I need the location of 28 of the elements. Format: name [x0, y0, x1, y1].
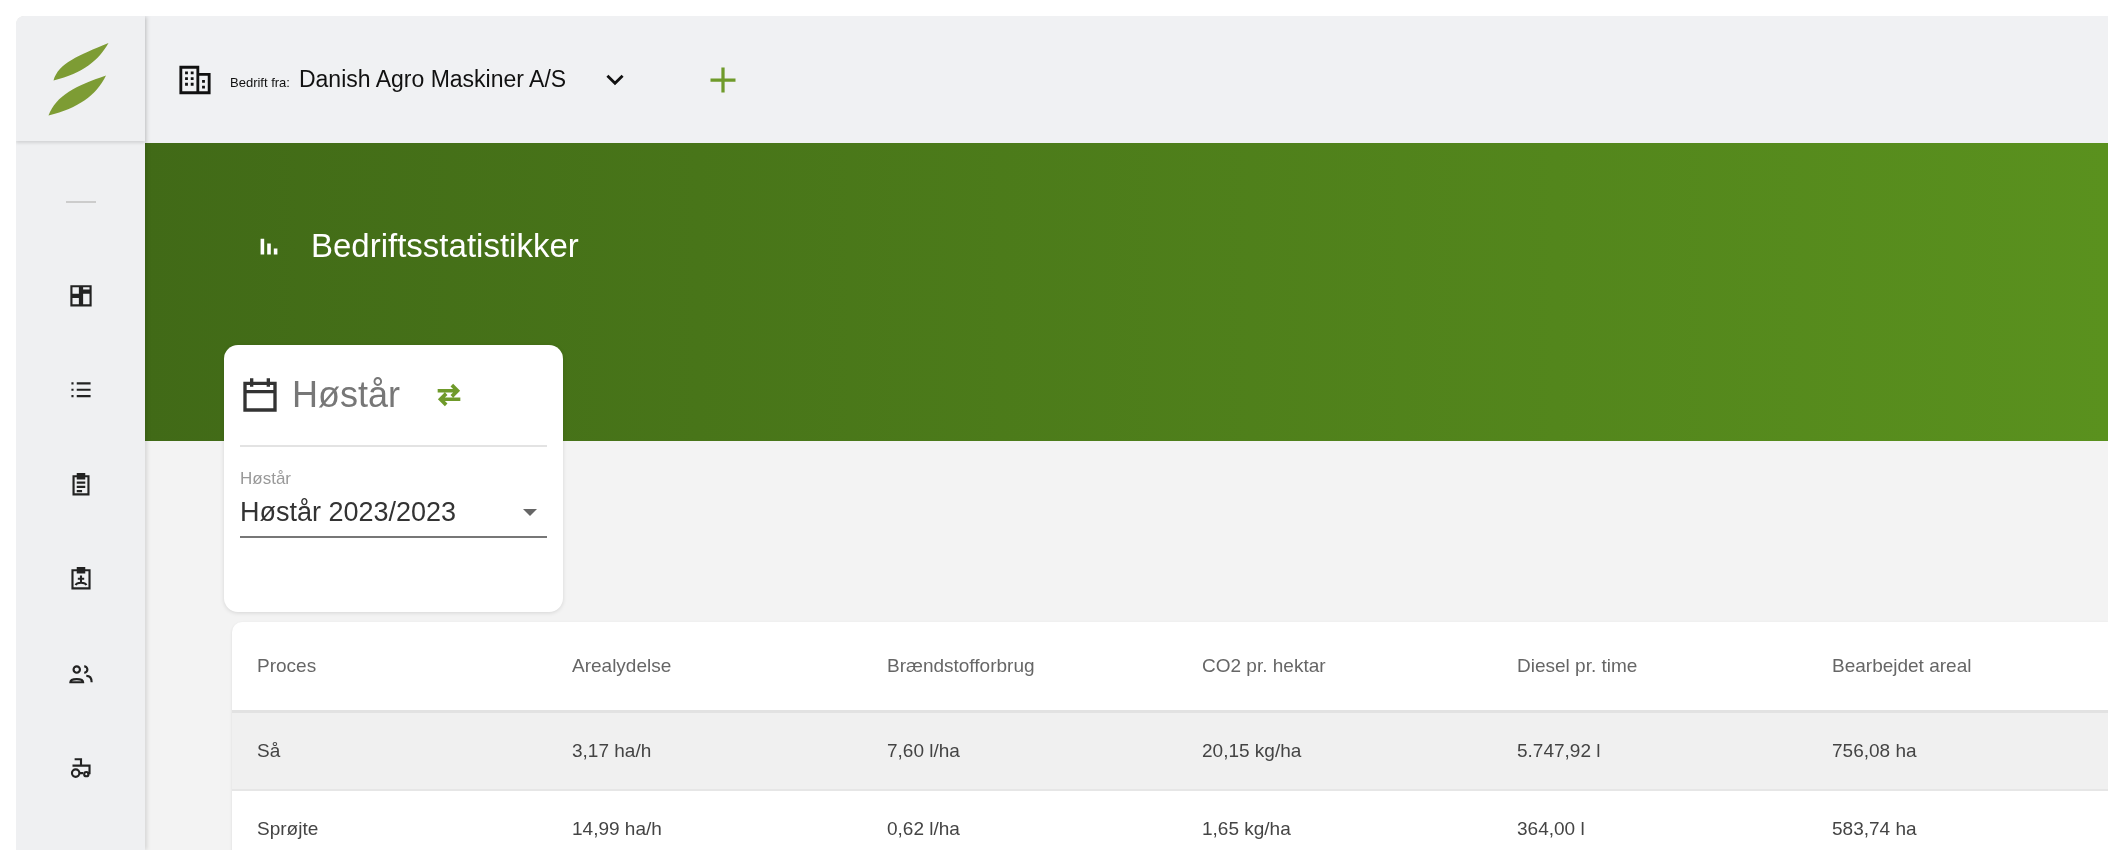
dashboard-icon[interactable]: [67, 282, 94, 309]
table-cell-text: 756,08 ha: [1832, 740, 1918, 762]
table-cell-text: 3,17 ha/h: [572, 740, 653, 762]
column-header: CO2 pr. hektar: [1202, 655, 1327, 677]
table-cell-text: 364,00 l: [1517, 818, 1586, 840]
table-cell-text: 1,65 kg/ha: [1202, 818, 1292, 840]
company-name[interactable]: Danish Agro Maskiner A/S: [298, 66, 567, 93]
table-cell-text: Sprøjte: [257, 818, 320, 840]
column-header: Arealydelse: [572, 655, 673, 677]
column-header: Proces: [257, 655, 318, 677]
page-title: Bedriftsstatistikker: [311, 227, 579, 265]
column-header: Bearbejdet areal: [1832, 655, 1973, 677]
table-row[interactable]: Så 3,17 ha/h 7,60 l/ha 20,15 kg/ha 5.747,92 l 756,08 ha: [232, 713, 2108, 791]
column-header: Brændstofforbrug: [887, 655, 1036, 677]
dropdown-caret-icon: [523, 509, 537, 516]
company-label: Bedrift fra:: [230, 75, 290, 90]
column-header: Diesel pr. time: [1517, 655, 1639, 677]
card-title: Høstår: [292, 374, 400, 416]
table-row[interactable]: Sprøjte 14,99 ha/h 0,62 l/ha 1,65 kg/ha 364,00 l 583,74 ha: [232, 791, 2108, 850]
table-cell-text: 20,15 kg/ha: [1202, 740, 1303, 762]
table-cell-text: 0,62 l/ha: [887, 818, 961, 840]
table-cell-text: 583,74 ha: [1832, 818, 1918, 840]
table-cell-text: Så: [257, 740, 282, 762]
calendar-icon: [240, 375, 280, 415]
table-cell-text: 14,99 ha/h: [572, 818, 663, 840]
table-cell-text: 5.747,92 l: [1517, 740, 1602, 762]
table-cell-text: 7,60 l/ha: [887, 740, 961, 762]
harvest-year-select[interactable]: Høstår Høstår 2023/2023: [240, 469, 547, 538]
